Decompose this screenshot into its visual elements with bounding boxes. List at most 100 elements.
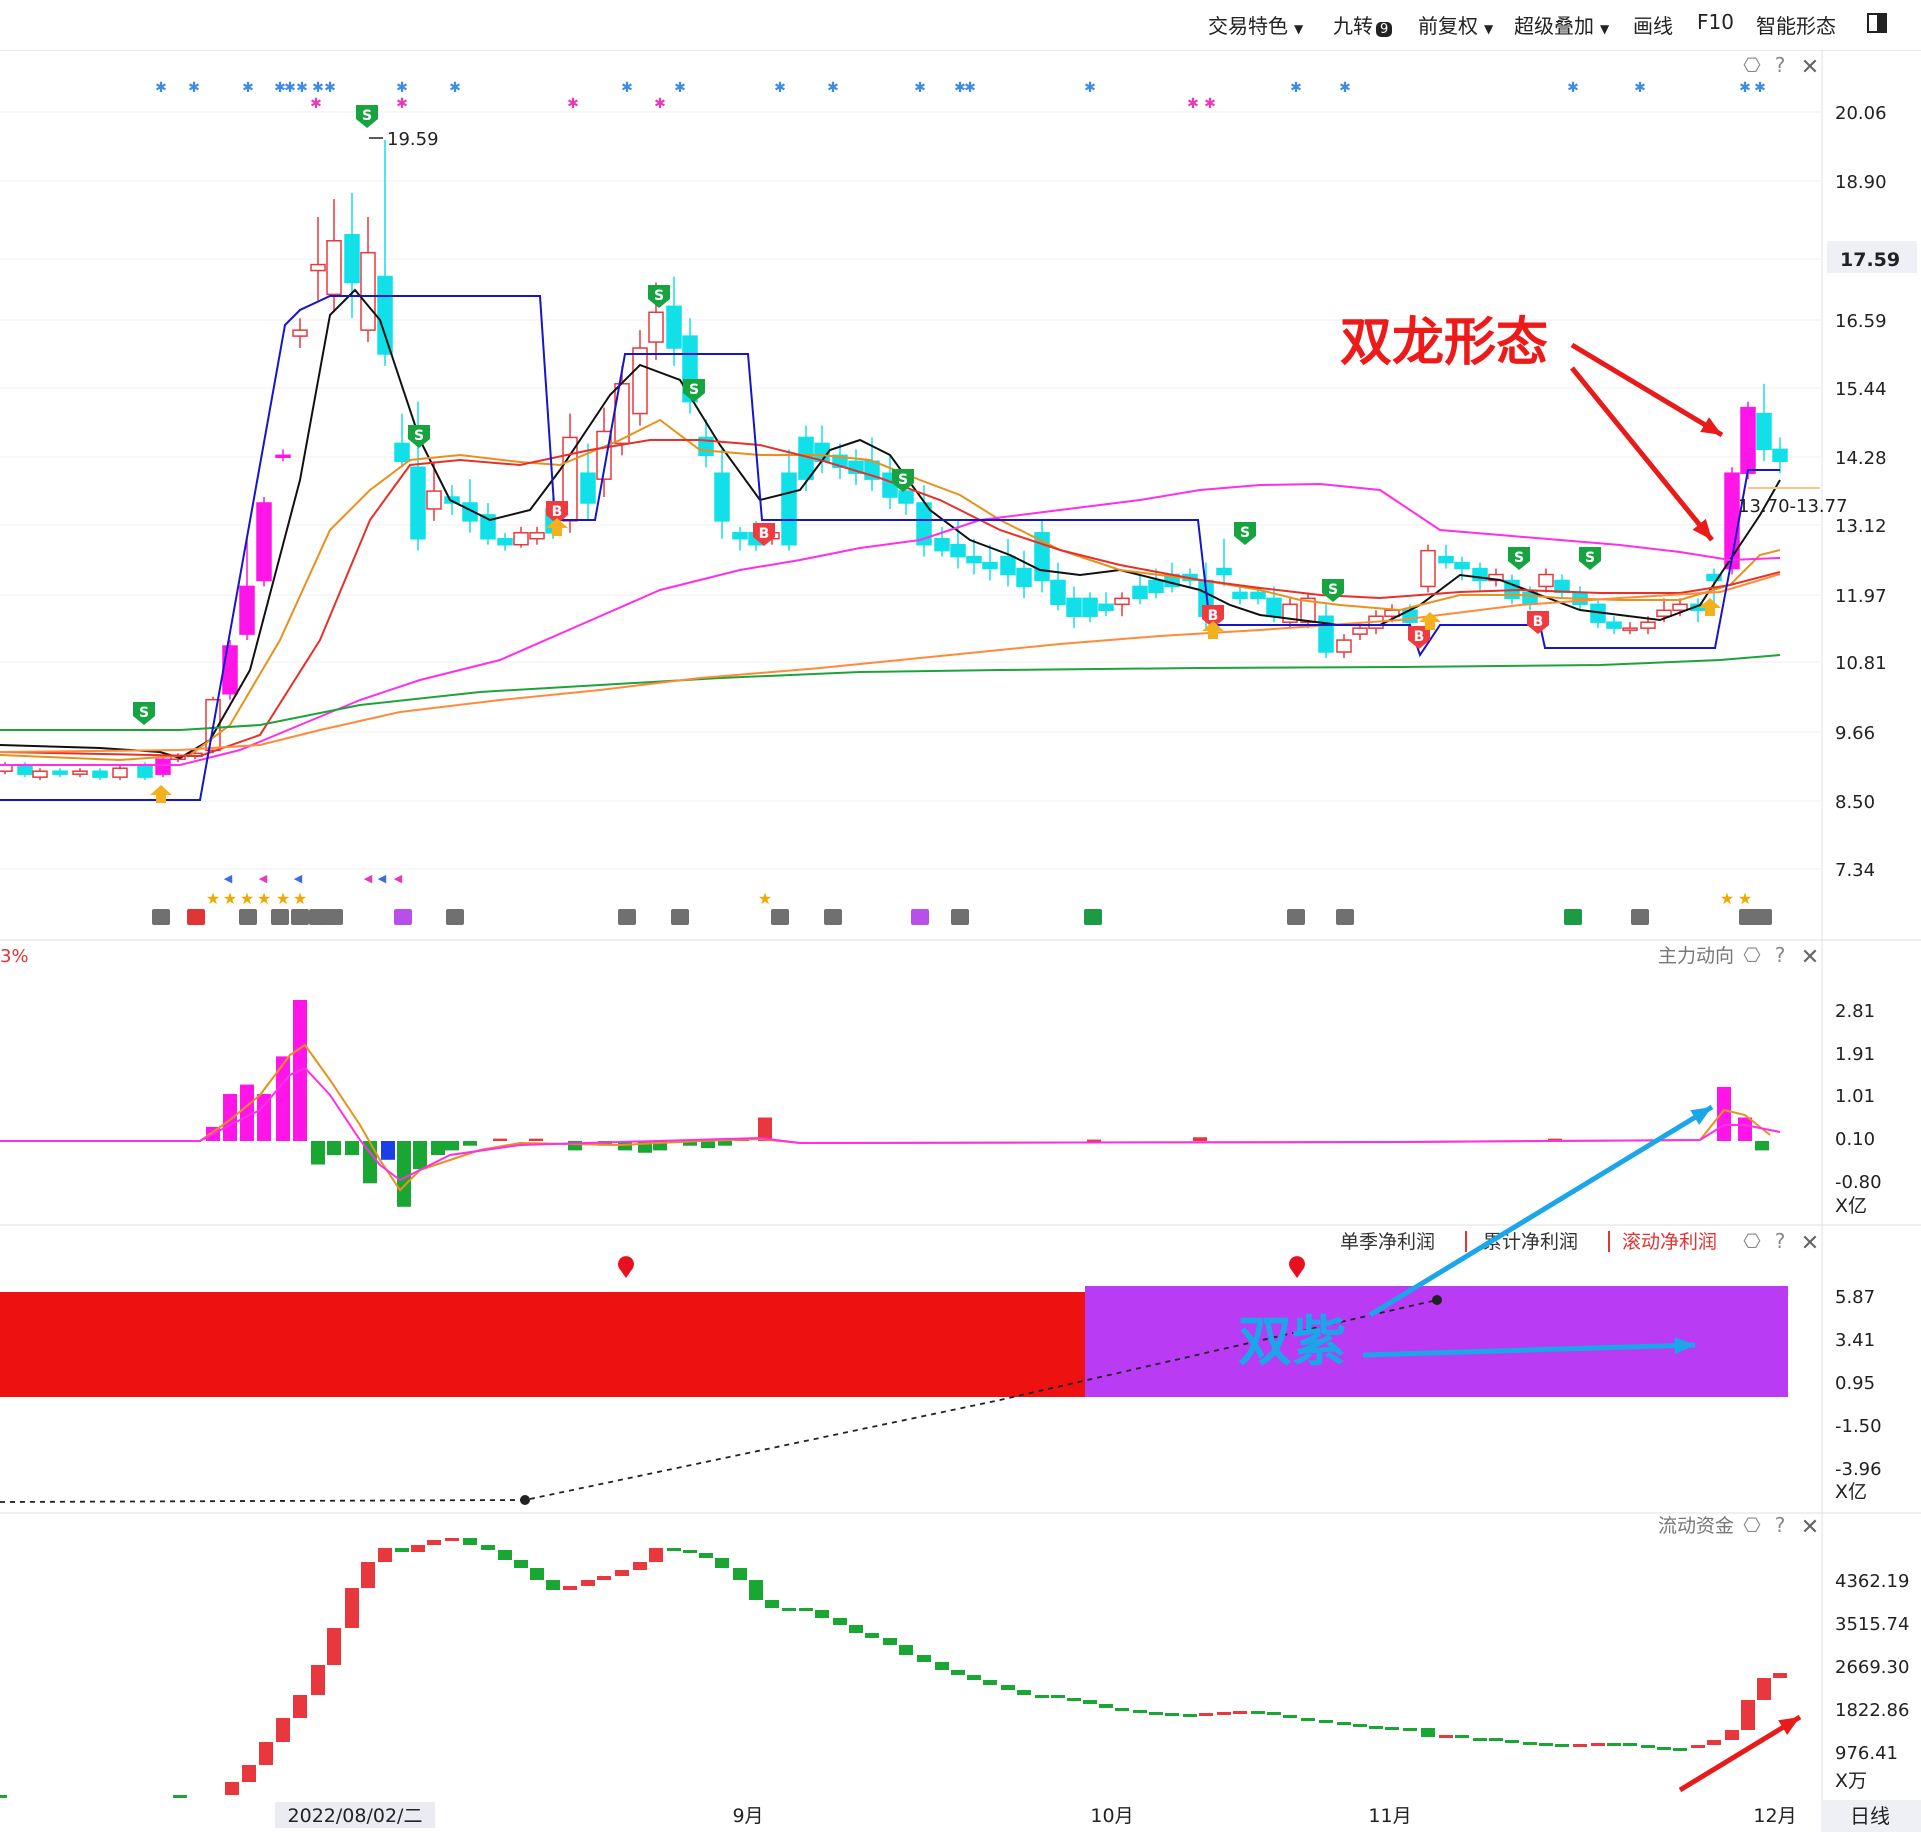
- candle-body: [326, 239, 342, 296]
- help-icon[interactable]: ?: [1775, 1513, 1786, 1537]
- help-icon[interactable]: ?: [1775, 943, 1786, 967]
- liquidity-tick: 2669.30: [1835, 1657, 1909, 1678]
- signal-star-icon: ✱: [654, 96, 666, 112]
- price-tick: 18.90: [1835, 172, 1887, 193]
- badge-icon: 9: [1376, 22, 1393, 37]
- main-force-bar: [718, 1141, 732, 1146]
- profit-tab-1[interactable]: 累计净利润: [1483, 1231, 1578, 1253]
- candle-body: [275, 454, 291, 459]
- profit-tab-0[interactable]: 单季净利润: [1340, 1231, 1435, 1253]
- signal-star-icon: ✱: [1290, 80, 1302, 96]
- annotation-arrow-blue: [1368, 1104, 1714, 1318]
- toolbar-item-label: 超级叠加: [1514, 14, 1594, 38]
- signal-star-icon: ✱: [188, 80, 200, 96]
- candle-body: [112, 767, 128, 778]
- close-icon[interactable]: ✕: [1801, 55, 1819, 80]
- event-tag-icon: [618, 909, 636, 925]
- flag-icon: ◀: [294, 872, 303, 885]
- candle-body: [1454, 561, 1470, 570]
- candle-body: [513, 532, 529, 546]
- panel-toggle-icon[interactable]: [1867, 13, 1887, 33]
- toolbar-item-label: 画线: [1633, 14, 1673, 38]
- price-tick: 13.12: [1835, 516, 1887, 537]
- event-tag-icon: [671, 909, 689, 925]
- event-tag-icon: [1754, 909, 1772, 925]
- toolbar-item-2[interactable]: 前复权 ▼: [1418, 10, 1493, 39]
- liquidity-bar: [1199, 1713, 1213, 1716]
- signal-star-icon: ✱: [1339, 80, 1351, 96]
- sell-marker-label: S: [1328, 582, 1338, 598]
- price-tick: 9.66: [1835, 723, 1875, 744]
- flag-icon: ◀: [378, 872, 387, 885]
- main-force-tick: -0.80: [1835, 1172, 1882, 1193]
- liquidity-bar: [1115, 1708, 1129, 1711]
- main-force-bar: [413, 1141, 427, 1170]
- liquidity-bar: [849, 1625, 863, 1633]
- liquidity-bar: [1725, 1730, 1739, 1740]
- main-force-bar: [276, 1056, 290, 1141]
- liquidity-bar: [1337, 1722, 1351, 1725]
- candle-body: [1148, 579, 1164, 594]
- close-icon[interactable]: ✕: [1801, 1231, 1819, 1256]
- x-axis-label: 10月: [1090, 1805, 1133, 1827]
- toolbar-item-label: F10: [1697, 10, 1734, 34]
- help-icon[interactable]: ?: [1775, 53, 1786, 77]
- toolbar-item-1[interactable]: 九转 9: [1333, 10, 1393, 39]
- help-icon[interactable]: ?: [1775, 1229, 1786, 1253]
- candle-body: [1050, 579, 1066, 606]
- liquidity-bar: [378, 1548, 392, 1562]
- settings-icon[interactable]: ⎔: [1743, 1229, 1761, 1253]
- candle-body: [137, 764, 153, 778]
- price-tick: 15.44: [1835, 379, 1887, 400]
- main-force-bar: [311, 1141, 325, 1165]
- price-tick: 20.06: [1835, 103, 1887, 124]
- liquidity-bar: [1283, 1715, 1297, 1718]
- close-icon[interactable]: ✕: [1801, 1515, 1819, 1540]
- candle-body: [1756, 412, 1772, 451]
- liquidity-bar: [765, 1600, 779, 1608]
- toolbar-item-6[interactable]: 智能形态: [1756, 10, 1836, 39]
- candle-body: [377, 275, 393, 355]
- liquidity-tick: 1822.86: [1835, 1700, 1909, 1721]
- annotation-arrow: [1570, 342, 1724, 438]
- liquidity-bar: [1673, 1748, 1687, 1751]
- settings-icon[interactable]: ⎔: [1743, 943, 1761, 967]
- liquidity-bar: [463, 1538, 477, 1545]
- profit-point: [1432, 1295, 1442, 1305]
- price-tick: 11.97: [1835, 586, 1887, 607]
- star-rating-icon: ★: [1738, 889, 1752, 908]
- settings-icon[interactable]: ⎔: [1743, 1513, 1761, 1537]
- candle-body: [1740, 406, 1756, 474]
- liquidity-tick: 3515.74: [1835, 1614, 1909, 1635]
- close-icon[interactable]: ✕: [1801, 945, 1819, 970]
- profit-annotation: 双紫: [1238, 1310, 1346, 1373]
- liquidity-bar: [546, 1580, 560, 1590]
- chart-canvas[interactable]: 20.06 18.90 17.59 16.59 15.44 14.28 13.12 11.97…: [0, 0, 1921, 1832]
- liquidity-bar: [1455, 1735, 1469, 1738]
- candle-body: [52, 770, 68, 775]
- liquidity-bar: [1773, 1673, 1787, 1678]
- toolbar-item-4[interactable]: 画线: [1633, 10, 1673, 39]
- candle-body: [1420, 549, 1436, 588]
- star-rating-icon: ★: [206, 889, 220, 908]
- main-force-bar: [345, 1141, 359, 1156]
- profit-tab-2[interactable]: 滚动净利润: [1622, 1231, 1717, 1253]
- toolbar-item-3[interactable]: 超级叠加 ▼: [1514, 10, 1609, 39]
- period-label[interactable]: 日线: [1850, 1804, 1890, 1828]
- settings-icon[interactable]: ⎔: [1743, 53, 1761, 77]
- liquidity-bar: [1403, 1728, 1417, 1731]
- star-rating-icon: ★: [293, 889, 307, 908]
- buy-marker-label: B: [552, 504, 563, 520]
- liquidity-bar: [514, 1560, 528, 1568]
- candle-body: [1606, 621, 1622, 629]
- star-rating-icon: ★: [1720, 889, 1734, 908]
- liquidity-tick: 4362.19: [1835, 1571, 1909, 1592]
- event-tag-icon: [1631, 909, 1649, 925]
- toolbar-item-0[interactable]: 交易特色 ▼: [1208, 10, 1303, 39]
- liquidity-bar: [1251, 1711, 1265, 1714]
- main-force-bar: [240, 1084, 254, 1141]
- candle-body: [1538, 573, 1554, 588]
- sell-marker-label: S: [689, 382, 699, 398]
- toolbar-item-5[interactable]: F10: [1697, 10, 1734, 34]
- main-force-tick: 2.81: [1835, 1001, 1875, 1022]
